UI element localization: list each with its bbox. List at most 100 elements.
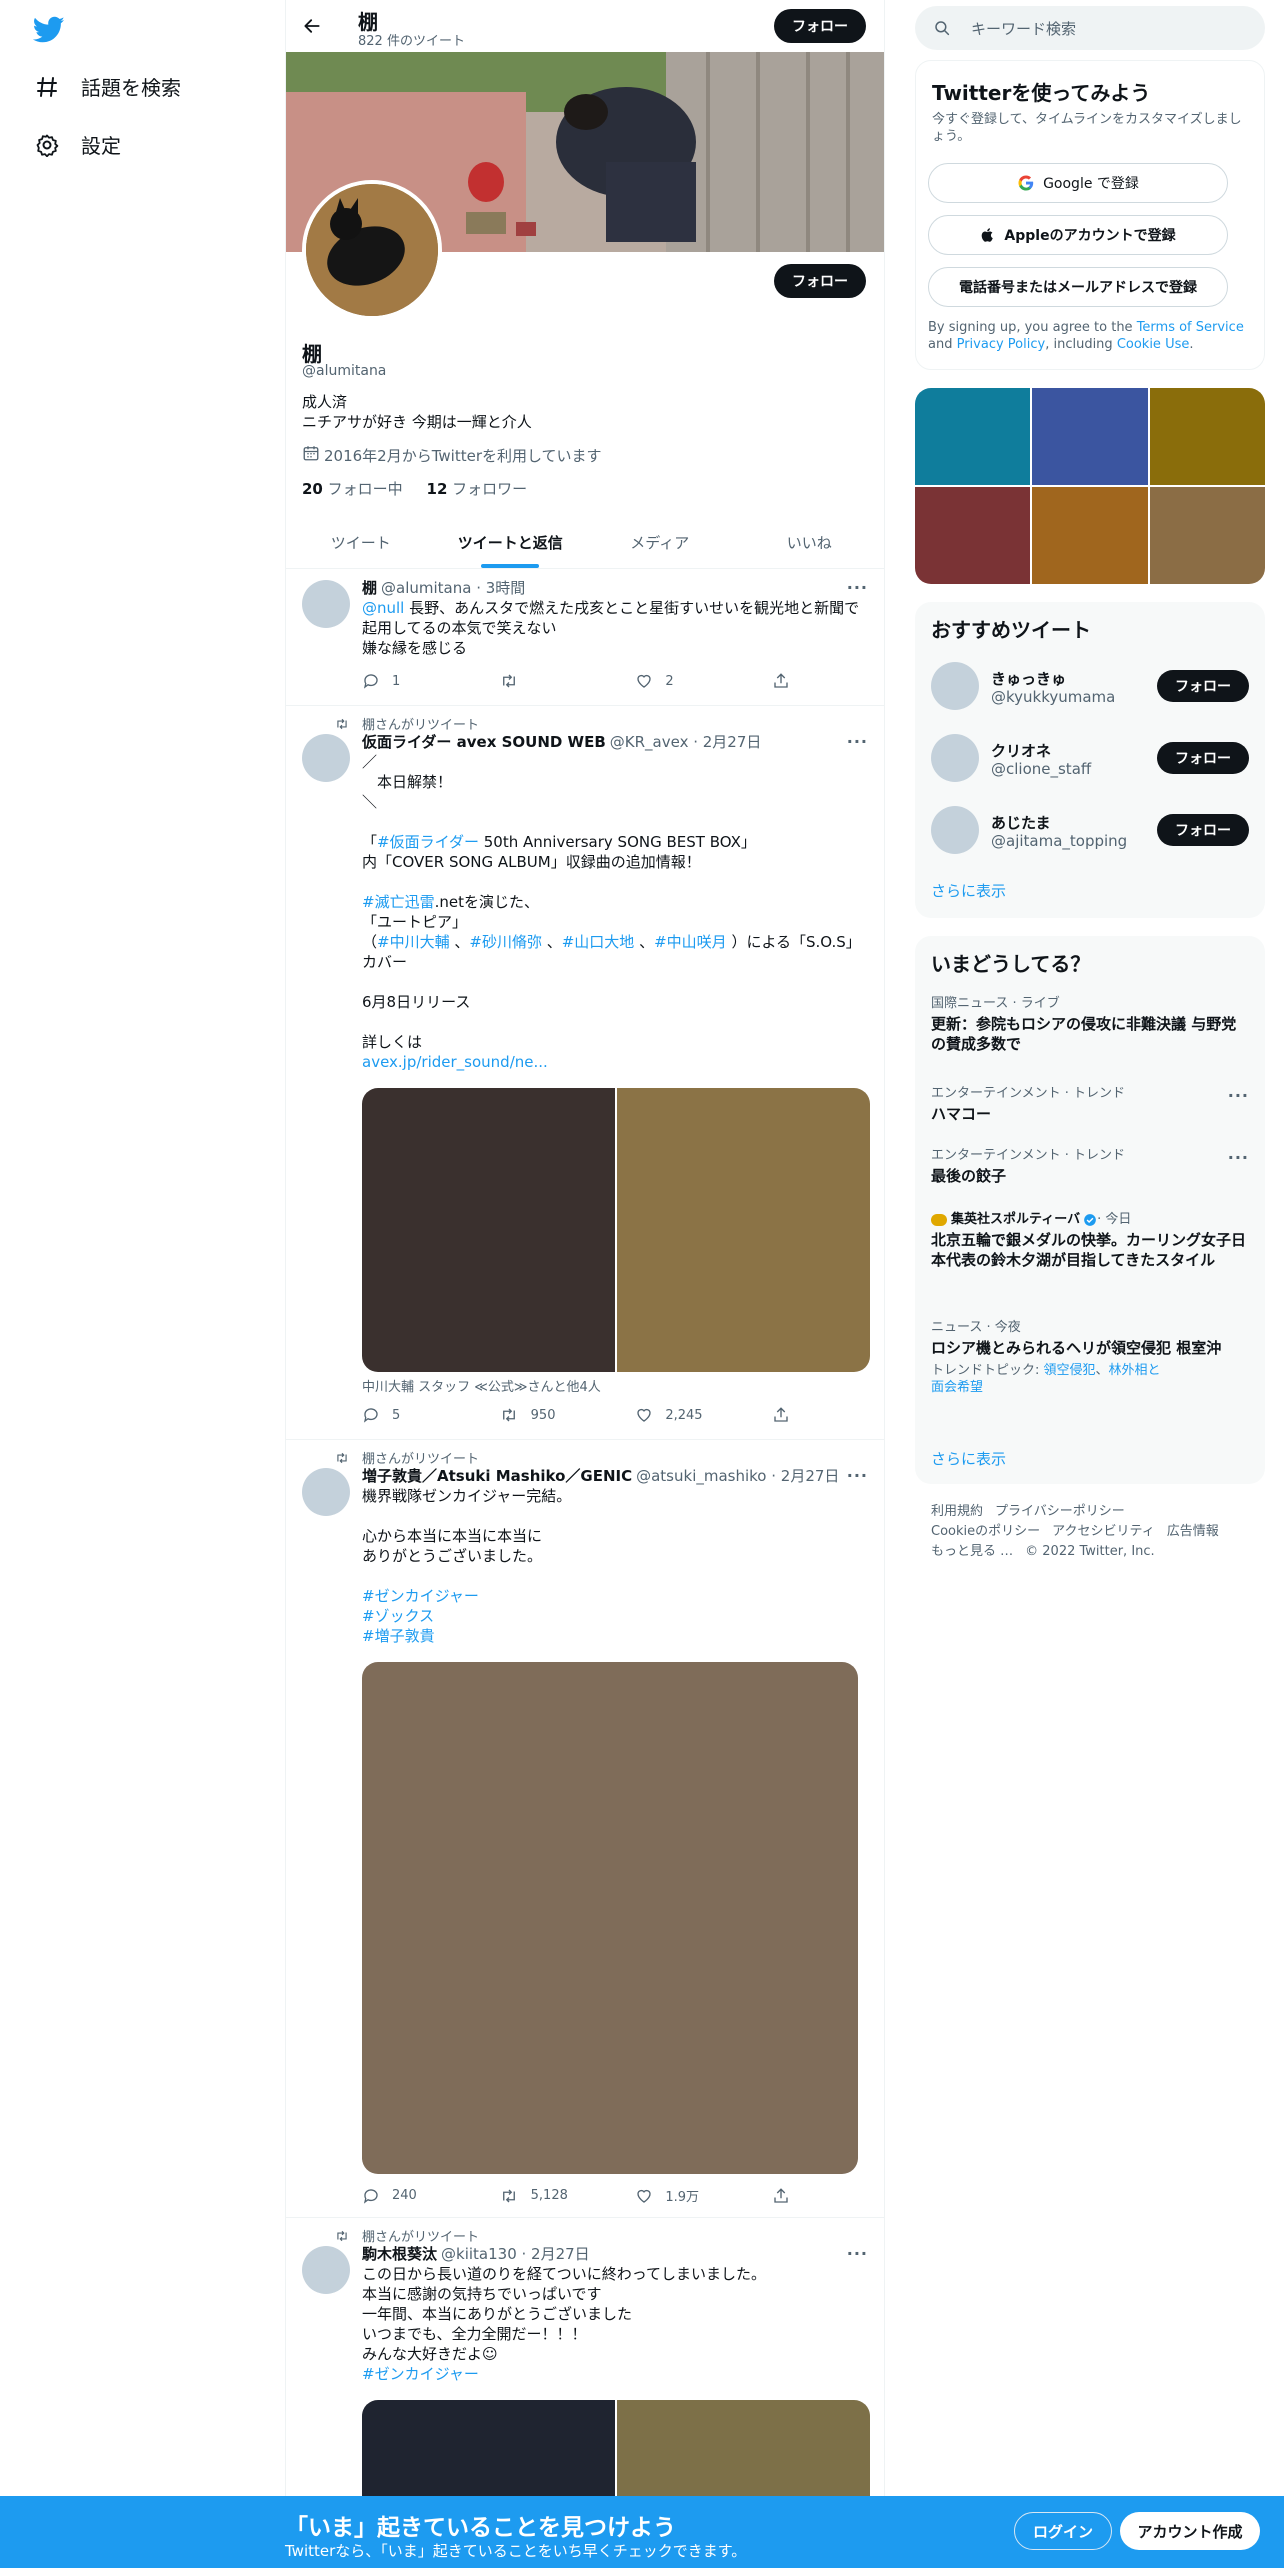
- share-button[interactable]: [772, 1406, 792, 1424]
- footer-more[interactable]: もっと見る …: [931, 1544, 1013, 1559]
- footer-privacy[interactable]: プライバシーポリシー: [995, 1504, 1125, 1519]
- apple-signup-button[interactable]: Appleのアカウントで登録: [928, 215, 1228, 255]
- rec-user[interactable]: クリオネ @clione_staff フォロー: [931, 728, 1249, 788]
- tab-tweets-and-replies[interactable]: ツイートと返信: [436, 516, 586, 568]
- hashtag-link[interactable]: #ゾックス: [362, 1607, 434, 1625]
- tweet-item[interactable]: 棚さんがリツイート 仮面ライダー avex SOUND WEB @KR_avex…: [286, 706, 884, 1440]
- rec-user[interactable]: あじたま @ajitama_topping フォロー: [931, 800, 1249, 860]
- tweet-media[interactable]: [362, 1662, 858, 2174]
- trend-item[interactable]: ニュース · 今夜 ロシア機とみられるヘリが領空侵犯 根室沖 トレンドトピック:…: [931, 1320, 1249, 1396]
- phone-email-signup-button[interactable]: 電話番号またはメールアドレスで登録: [928, 267, 1228, 307]
- more-options-icon[interactable]: ···: [847, 1466, 868, 1485]
- avatar[interactable]: [302, 734, 350, 782]
- avatar[interactable]: [302, 1468, 350, 1516]
- followers-link[interactable]: 12 フォロワー: [427, 480, 528, 498]
- create-account-button[interactable]: アカウント作成: [1120, 2512, 1260, 2550]
- footer-ads[interactable]: 広告情報: [1167, 1524, 1219, 1539]
- nav-settings[interactable]: 設定: [33, 130, 121, 159]
- media-image[interactable]: [617, 1088, 870, 1372]
- media-thumb[interactable]: [1032, 487, 1148, 584]
- reply-button[interactable]: 5: [362, 1406, 462, 1424]
- more-options-icon[interactable]: ···: [1228, 1148, 1249, 1167]
- tab-media[interactable]: メディア: [585, 516, 735, 568]
- nav-explore[interactable]: 話題を検索: [33, 72, 181, 101]
- terms-link[interactable]: Terms of Service: [1137, 320, 1244, 335]
- tab-likes[interactable]: いいね: [735, 516, 885, 568]
- topic-link[interactable]: 面会希望: [931, 1380, 983, 1395]
- media-thumb[interactable]: [1032, 388, 1148, 485]
- hashtag-link[interactable]: #ゼンカイジャー: [362, 2365, 479, 2383]
- tweet-author-name[interactable]: 駒木根葵汰: [362, 2244, 437, 2264]
- header-follow-button[interactable]: フォロー: [774, 9, 866, 43]
- rec-follow-button[interactable]: フォロー: [1157, 742, 1249, 774]
- profile-follow-button[interactable]: フォロー: [774, 264, 866, 298]
- like-button[interactable]: 1.9万: [635, 2186, 735, 2205]
- tweet-author-name[interactable]: 棚: [362, 578, 377, 598]
- rec-follow-button[interactable]: フォロー: [1157, 814, 1249, 846]
- tab-tweets[interactable]: ツイート: [286, 516, 436, 568]
- media-image[interactable]: [362, 1088, 615, 1372]
- trend-item[interactable]: エンターテインメント · トレンド ハマコー ···: [931, 1086, 1249, 1124]
- media-thumb[interactable]: [915, 487, 1031, 584]
- avatar[interactable]: [931, 806, 979, 854]
- tweet-item[interactable]: 棚さんがリツイート 増子敦貴／Atsuki Mashiko／GENIC @ats…: [286, 1440, 884, 2218]
- tweet-media[interactable]: [362, 1088, 870, 1372]
- back-arrow-icon[interactable]: [298, 12, 326, 40]
- share-button[interactable]: [772, 672, 792, 690]
- hashtag-link[interactable]: #仮面ライダー: [377, 833, 479, 851]
- trend-item[interactable]: 国際ニュース · ライブ 更新：参院もロシアの侵攻に非難決議 与野党の賛成多数で: [931, 996, 1249, 1054]
- reply-button[interactable]: 1: [362, 672, 462, 690]
- trend-item[interactable]: 集英社スポルティーバ · 今日 北京五輪で銀メダルの快挙。カーリング女子日本代表…: [931, 1212, 1249, 1270]
- like-button[interactable]: 2: [635, 672, 735, 690]
- avatar[interactable]: [931, 734, 979, 782]
- retweet-button[interactable]: 5,128: [499, 2186, 599, 2205]
- footer-cookie[interactable]: Cookieのポリシー: [931, 1524, 1040, 1539]
- media-tagged-users[interactable]: 中川大輔 スタッフ ≪公式≫さんと他4人: [362, 1376, 601, 1395]
- hashtag-link[interactable]: #中山咲月: [654, 933, 727, 951]
- footer-terms[interactable]: 利用規約: [931, 1504, 983, 1519]
- more-options-icon[interactable]: ···: [847, 578, 868, 597]
- retweet-button[interactable]: [499, 672, 599, 690]
- more-options-icon[interactable]: ···: [847, 2244, 868, 2263]
- media-thumb[interactable]: [1149, 487, 1265, 584]
- footer-accessibility[interactable]: アクセシビリティ: [1052, 1524, 1155, 1539]
- search-input[interactable]: キーワード検索: [915, 6, 1265, 50]
- show-more-link[interactable]: さらに表示: [931, 880, 1006, 901]
- more-options-icon[interactable]: ···: [847, 732, 868, 751]
- hashtag-link[interactable]: #中川大輔: [377, 933, 450, 951]
- external-link[interactable]: avex.jp/rider_sound/ne...: [362, 1053, 548, 1071]
- avatar[interactable]: [302, 580, 350, 628]
- hashtag-link[interactable]: #滅亡迅雷: [362, 893, 435, 911]
- avatar[interactable]: [302, 2246, 350, 2294]
- show-more-link[interactable]: さらに表示: [931, 1448, 1006, 1469]
- avatar[interactable]: [931, 662, 979, 710]
- cookie-link[interactable]: Cookie Use: [1117, 337, 1190, 352]
- reply-button[interactable]: 240: [362, 2186, 462, 2205]
- topic-link[interactable]: 林外相と: [1109, 1363, 1161, 1378]
- tweet-item[interactable]: 棚 @alumitana · 3時間 @null 長野、あんスタで燃えた戌亥とこ…: [286, 570, 884, 706]
- privacy-link[interactable]: Privacy Policy: [957, 337, 1046, 352]
- twitter-logo-icon[interactable]: [32, 16, 65, 44]
- trend-item[interactable]: エンターテインメント · トレンド 最後の餃子 ···: [931, 1148, 1249, 1186]
- hashtag-link[interactable]: #ゼンカイジャー: [362, 1587, 479, 1605]
- rec-user[interactable]: きゅっきゅ @kyukkyumama フォロー: [931, 656, 1249, 716]
- more-options-icon[interactable]: ···: [1228, 1086, 1249, 1105]
- mention-link[interactable]: @null: [362, 599, 404, 617]
- profile-avatar[interactable]: [302, 180, 442, 320]
- media-thumb[interactable]: [915, 388, 1031, 485]
- google-signup-button[interactable]: Google で登録: [928, 163, 1228, 203]
- tweet-author-name[interactable]: 増子敦貴／Atsuki Mashiko／GENIC: [362, 1466, 632, 1486]
- hashtag-link[interactable]: #増子敦貴: [362, 1627, 435, 1645]
- media-thumb[interactable]: [1149, 388, 1265, 485]
- topic-link[interactable]: 領空侵犯: [1044, 1363, 1096, 1378]
- share-button[interactable]: [772, 2186, 792, 2205]
- like-button[interactable]: 2,245: [635, 1406, 735, 1424]
- retweet-button[interactable]: 950: [499, 1406, 599, 1424]
- following-link[interactable]: 20 フォロー中: [302, 480, 403, 498]
- hashtag-link[interactable]: #砂川脩弥: [469, 933, 542, 951]
- hashtag-link[interactable]: #山口大地: [562, 933, 635, 951]
- tweet-author-name[interactable]: 仮面ライダー avex SOUND WEB: [362, 732, 606, 752]
- login-button[interactable]: ログイン: [1014, 2512, 1112, 2550]
- profile-handle: @alumitana: [302, 363, 387, 379]
- rec-follow-button[interactable]: フォロー: [1157, 670, 1249, 702]
